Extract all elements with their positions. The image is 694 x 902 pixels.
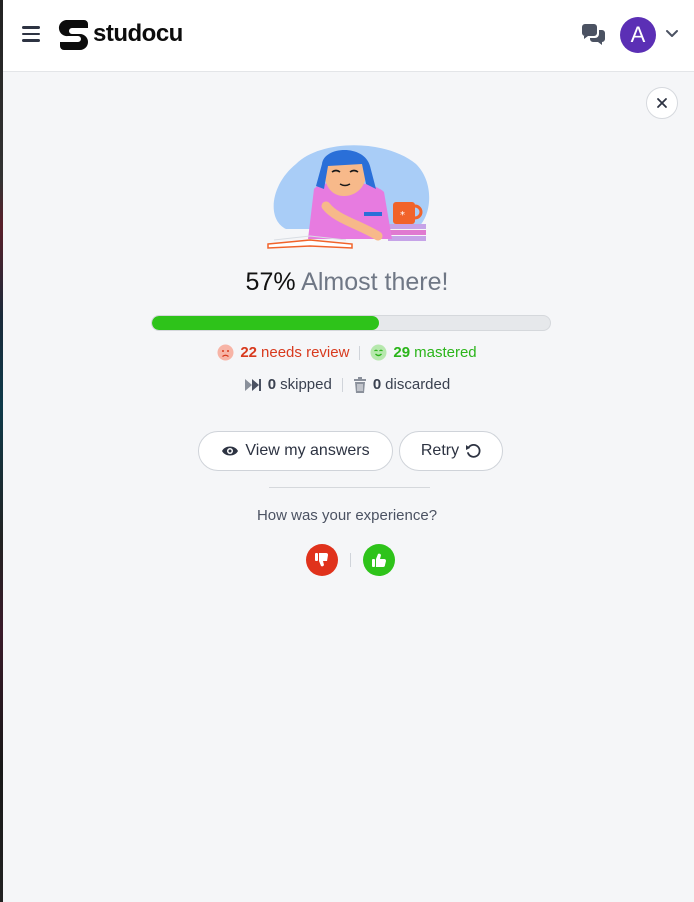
result-heading: 57% Almost there!	[0, 268, 694, 297]
view-answers-label: View my answers	[245, 442, 370, 459]
needs-review-stat: 22 needs review	[217, 344, 349, 361]
discarded-label: discarded	[385, 376, 451, 393]
score-progress-bar	[151, 315, 551, 331]
view-answers-button[interactable]: View my answers	[198, 431, 393, 471]
score-progress-fill	[152, 316, 379, 330]
thumbs-up-icon	[372, 553, 386, 567]
skip-forward-icon	[244, 378, 261, 391]
close-button[interactable]	[646, 87, 678, 119]
retry-label: Retry	[420, 442, 460, 459]
needs-review-label: needs review	[261, 344, 350, 361]
skipped-stat: 0 skipped	[244, 376, 332, 393]
retry-button[interactable]: Retry	[399, 431, 503, 471]
mastered-stat: 29 mastered	[370, 344, 477, 361]
score-breakdown: 22 needs review 29 mastered	[0, 344, 694, 361]
chat-icon[interactable]	[580, 24, 606, 46]
discarded-count: 0	[372, 376, 382, 393]
brand-name: studocu	[93, 20, 183, 47]
stat-separator	[359, 345, 361, 360]
svg-text:*: *	[400, 210, 405, 221]
trash-icon	[353, 376, 366, 393]
feedback-separator	[350, 553, 351, 567]
retry-icon	[466, 443, 481, 458]
result-message: Almost there!	[301, 268, 449, 296]
top-navigation-bar: studocu A	[3, 0, 694, 72]
stat-separator	[341, 377, 343, 392]
thumbs-down-button[interactable]	[306, 544, 338, 576]
close-icon	[657, 98, 667, 108]
thumbs-down-icon	[315, 553, 328, 567]
user-avatar[interactable]: A	[620, 17, 656, 53]
studocu-logo-icon	[58, 20, 88, 50]
thumbs-up-button[interactable]	[363, 544, 395, 576]
mastered-count: 29	[393, 344, 411, 361]
feedback-divider	[269, 487, 430, 488]
skip-breakdown: 0 skipped 0 discarded	[0, 376, 694, 393]
skipped-count: 0	[267, 376, 277, 393]
needs-review-count: 22	[240, 344, 258, 361]
score-percent: 57%	[245, 268, 296, 296]
studocu-logo[interactable]: studocu	[58, 18, 183, 50]
happy-face-icon	[370, 344, 387, 361]
discarded-stat: 0 discarded	[353, 376, 450, 393]
sad-face-icon	[217, 344, 234, 361]
hamburger-menu-icon[interactable]	[22, 26, 40, 44]
mastered-label: mastered	[414, 344, 477, 361]
feedback-question: How was your experience?	[256, 507, 438, 524]
chevron-down-icon[interactable]	[665, 29, 679, 39]
background-window-edge	[0, 0, 3, 902]
skipped-label: skipped	[280, 376, 332, 393]
eye-icon	[222, 446, 239, 456]
student-studying-illustration: *	[267, 145, 430, 249]
